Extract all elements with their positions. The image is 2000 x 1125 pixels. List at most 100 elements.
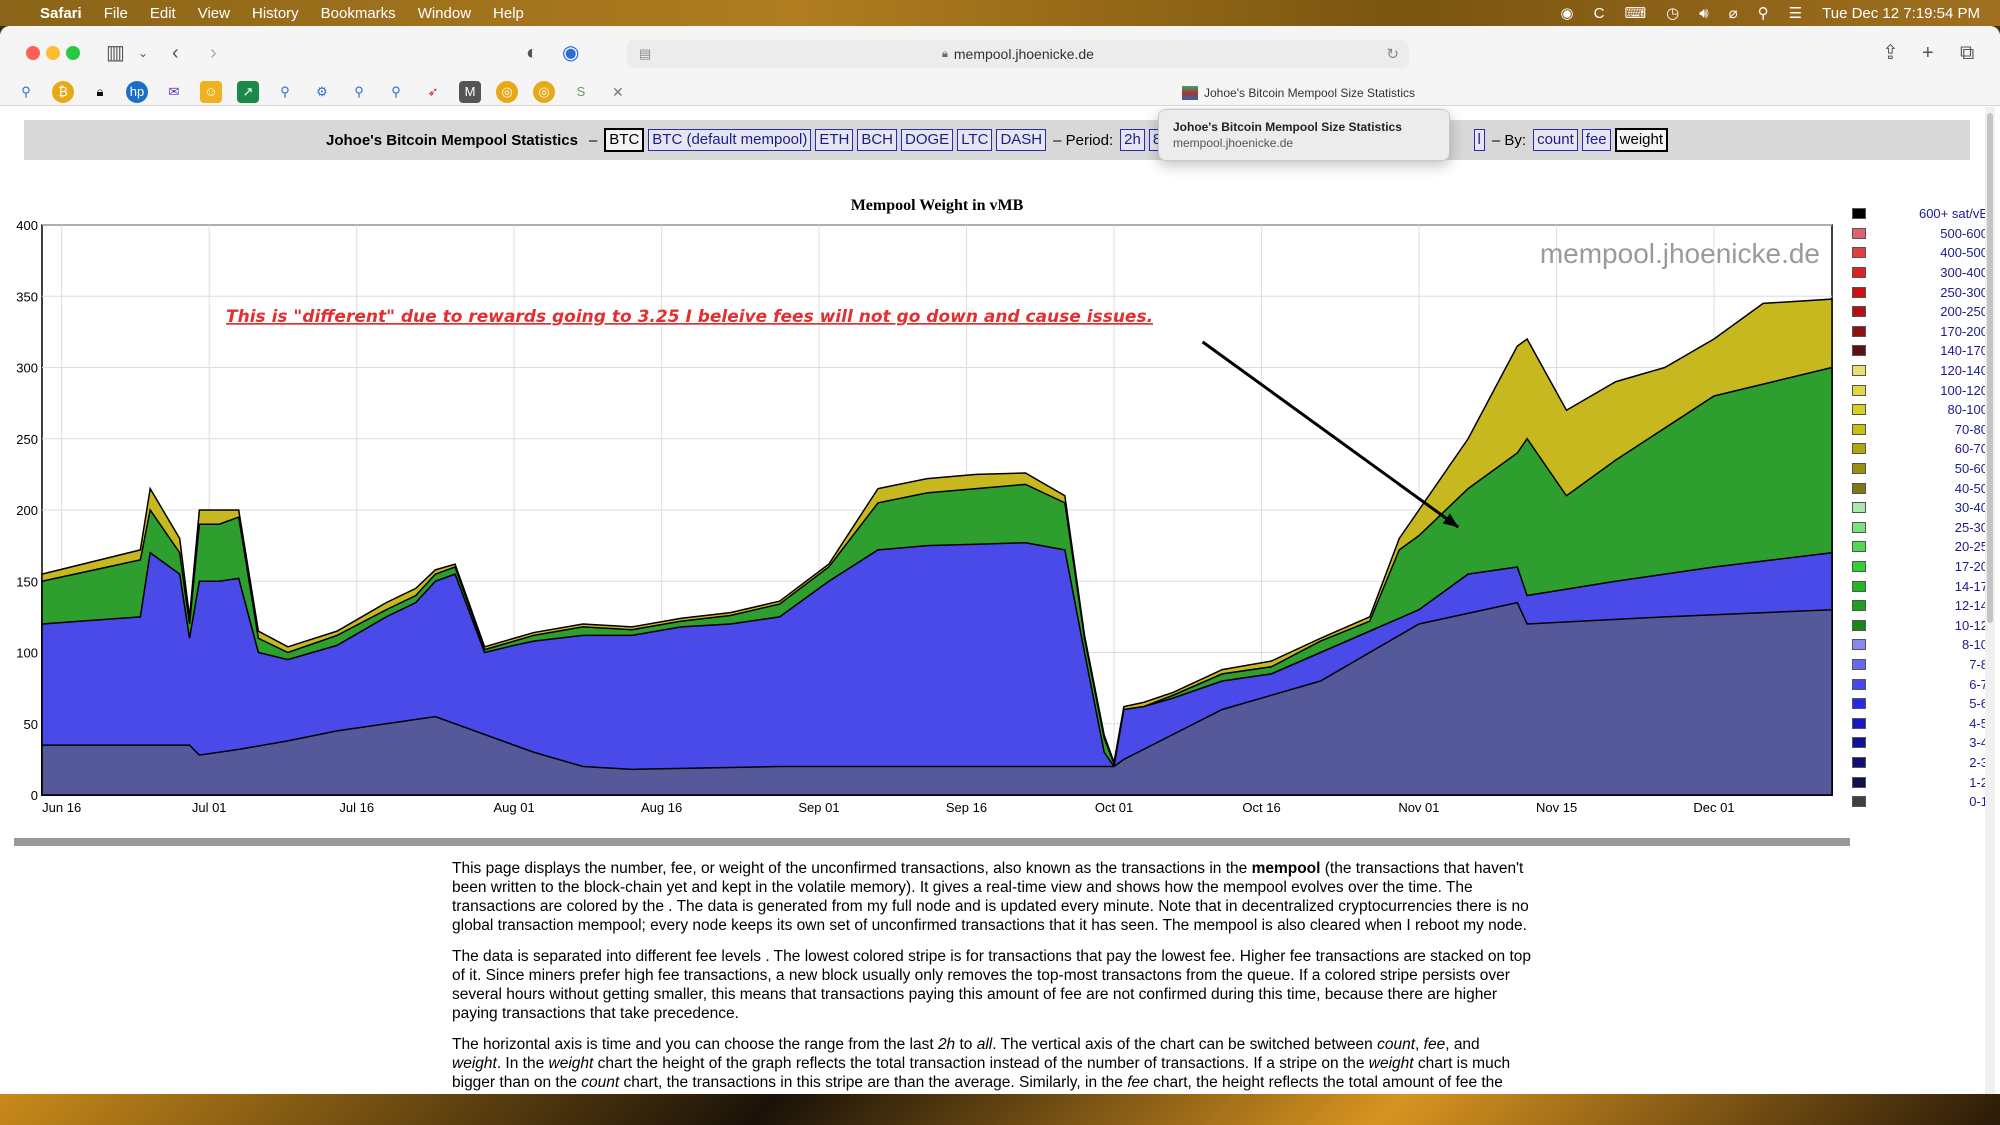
back-icon[interactable]: ‹ <box>172 38 179 68</box>
period-all-button[interactable]: l <box>1473 129 1485 151</box>
keyboard-icon[interactable]: ⌨ <box>1624 4 1646 22</box>
menu-bookmarks[interactable]: Bookmarks <box>321 5 396 22</box>
paragraph-intro: This page displays the number, fee, or w… <box>452 860 1529 934</box>
legend-label: 50-60 <box>1954 461 1988 477</box>
page-menu-icon[interactable]: ▤ <box>639 46 651 62</box>
menu-edit[interactable]: Edit <box>150 5 176 22</box>
menu-file[interactable]: File <box>104 5 128 22</box>
sidebar-toggle-icon[interactable]: ▥ <box>106 38 125 68</box>
legend-swatch <box>1852 463 1866 475</box>
legend-label: 200-250 <box>1940 304 1988 320</box>
legend-label: 70-80 <box>1954 421 1988 437</box>
coin-btc-default-button[interactable]: BTC (default mempool) <box>648 129 812 151</box>
close-window-button[interactable] <box>26 46 40 60</box>
legend-item: 170-200 <box>1852 322 1992 342</box>
share-icon[interactable]: ⇪ <box>1882 38 1899 68</box>
legend-label: 120-140 <box>1940 363 1988 379</box>
shield-icon[interactable]: ◐ <box>526 38 538 68</box>
zoom-window-button[interactable] <box>66 46 80 60</box>
y-tick-label: 150 <box>16 574 38 589</box>
favorite-hp-icon[interactable]: hp <box>126 81 148 103</box>
coin-eth-button[interactable]: ETH <box>815 129 854 151</box>
x-tick-label: Nov 01 <box>1398 800 1439 815</box>
by-fee-button[interactable]: fee <box>1581 129 1611 151</box>
legend-item: 500-600 <box>1852 224 1992 244</box>
new-tab-icon[interactable]: + <box>1922 38 1934 68</box>
legend-label: 8-10 <box>1961 637 1988 653</box>
browser-toolbar: ▥ ⌄ ‹ › ◐ ◉ ▤ 🔒︎ mempool.jhoenicke.de ↻ … <box>0 26 2000 106</box>
tab-overview-icon[interactable]: ⧉ <box>1960 38 1974 68</box>
chevron-down-icon[interactable]: ⌄ <box>138 38 148 68</box>
legend-label: 60-70 <box>1954 441 1988 457</box>
volume-icon[interactable]: 🔊︎ <box>1699 5 1708 22</box>
tooltip-url: mempool.jhoenicke.de <box>1173 136 1294 150</box>
status-area: ◉ C ⌨ ◷ 🔊︎ ⌀ ⚲ ☰ Tue Dec 12 7:19:54 PM <box>1561 0 1981 26</box>
app-c-icon[interactable]: C <box>1594 5 1605 22</box>
coin-btc-button[interactable]: BTC <box>604 128 645 152</box>
legend-swatch <box>1852 639 1866 651</box>
legend-swatch <box>1852 267 1866 279</box>
legend-label: 40-50 <box>1954 480 1988 496</box>
clock[interactable]: Tue Dec 12 7:19:54 PM <box>1822 5 1980 22</box>
favorite-m-icon[interactable]: M <box>459 81 481 103</box>
extension-icon[interactable]: ◉ <box>562 38 579 68</box>
chart-horizontal-scrollbar[interactable] <box>14 838 1850 846</box>
favorite-coin-icon-2[interactable]: ◎ <box>533 81 555 103</box>
control-center-icon[interactable]: ☰ <box>1789 4 1802 22</box>
favorite-search-icon[interactable]: ⚲ <box>15 81 37 103</box>
legend-label: 140-170 <box>1940 343 1988 359</box>
favorite-app-icon[interactable]: ☺ <box>200 81 222 103</box>
favorite-s-icon[interactable]: S <box>570 81 592 103</box>
legend-label: 2-3 <box>1969 754 1988 770</box>
site-nav: Johoe's Bitcoin Mempool Statistics – BTC… <box>24 120 1970 160</box>
favorite-chart-icon[interactable]: ↗ <box>237 81 259 103</box>
legend-item: 25-30 <box>1852 518 1992 538</box>
favorite-bitcoin-icon[interactable]: ₿ <box>52 81 74 103</box>
favorite-gear-icon[interactable]: ⚙ <box>311 81 333 103</box>
legend-label: 4-5 <box>1969 715 1988 731</box>
minimize-window-button[interactable] <box>46 46 60 60</box>
by-label: – By: <box>1491 131 1527 149</box>
coin-ltc-button[interactable]: LTC <box>957 129 993 151</box>
menu-safari[interactable]: Safari <box>40 5 82 22</box>
legend-label: 170-200 <box>1940 323 1988 339</box>
legend-label: 1-2 <box>1969 774 1988 790</box>
y-tick-label: 250 <box>16 432 38 447</box>
x-tick-label: Nov 15 <box>1536 800 1577 815</box>
scroll-thumb[interactable] <box>1987 113 1993 623</box>
favorite-search-icon-3[interactable]: ⚲ <box>348 81 370 103</box>
page-vertical-scrollbar[interactable] <box>1985 107 1995 1094</box>
address-bar[interactable]: ▤ 🔒︎ mempool.jhoenicke.de ↻ <box>627 40 1409 68</box>
active-tab[interactable]: Johoe's Bitcoin Mempool Size Statistics <box>1182 86 1415 100</box>
close-tab-icon[interactable]: ✕ <box>612 84 624 101</box>
wifi-off-icon[interactable]: ⌀ <box>1729 4 1738 22</box>
favorite-search-icon-4[interactable]: ⚲ <box>385 81 407 103</box>
legend-swatch <box>1852 247 1866 259</box>
forward-icon[interactable]: › <box>210 38 217 68</box>
menu-help[interactable]: Help <box>493 5 524 22</box>
menu-history[interactable]: History <box>252 5 299 22</box>
legend-swatch <box>1852 756 1866 768</box>
legend-label: 7-8 <box>1969 656 1988 672</box>
coin-doge-button[interactable]: DOGE <box>901 129 954 151</box>
by-count-button[interactable]: count <box>1533 129 1578 151</box>
legend-label: 400-500 <box>1940 245 1988 261</box>
time-machine-icon[interactable]: ◷ <box>1666 4 1679 22</box>
legend-label: 600+ sat/vB <box>1918 206 1988 222</box>
period-2h-button[interactable]: 2h <box>1120 129 1145 151</box>
notification-icon[interactable]: ◉ <box>1561 4 1574 22</box>
coin-bch-button[interactable]: BCH <box>857 129 898 151</box>
favorite-search-icon-2[interactable]: ⚲ <box>274 81 296 103</box>
reload-icon[interactable]: ↻ <box>1386 45 1399 63</box>
favorite-swoosh-icon[interactable]: ➶ <box>422 81 444 103</box>
coin-dash-button[interactable]: DASH <box>996 129 1047 151</box>
favorite-coin-icon[interactable]: ◎ <box>496 81 518 103</box>
spotlight-search-icon[interactable]: ⚲ <box>1758 4 1769 22</box>
chart-watermark: mempool.jhoenicke.de <box>1540 238 1820 269</box>
paragraph-fee-levels: The data is separated into different fee… <box>452 948 1531 1022</box>
favorite-lock-icon[interactable]: 🔒︎ <box>89 81 111 103</box>
by-weight-button[interactable]: weight <box>1614 128 1668 152</box>
menu-window[interactable]: Window <box>418 5 471 22</box>
favorite-mail-icon[interactable]: ✉ <box>163 81 185 103</box>
menu-view[interactable]: View <box>198 5 230 22</box>
